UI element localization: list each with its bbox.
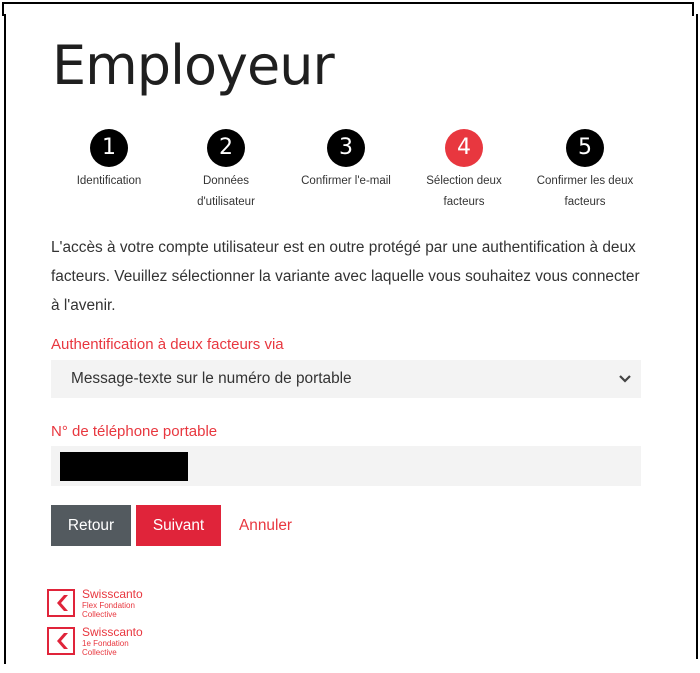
chevron-down-icon bbox=[617, 360, 633, 398]
back-button[interactable]: Retour bbox=[51, 505, 131, 546]
logo-subtitle: 1e Fondation Collective bbox=[82, 639, 129, 657]
frame-left-border bbox=[4, 14, 6, 664]
step-number: 4 bbox=[445, 129, 483, 167]
auth-method-label: Authentification à deux facteurs via bbox=[51, 336, 284, 353]
auth-method-select[interactable]: Message-texte sur le numéro de portable bbox=[51, 360, 641, 398]
step-label: Sélection deux facteurs bbox=[426, 175, 502, 208]
progress-stepper: 1 Identification 2 Données d'utilisateur… bbox=[48, 129, 648, 213]
step-5: 5 Confirmer les deux facteurs bbox=[524, 129, 646, 213]
swisscanto-logo-icon bbox=[47, 589, 75, 617]
swisscanto-logo-icon bbox=[47, 627, 75, 655]
step-number: 5 bbox=[566, 129, 604, 167]
phone-label: N° de téléphone portable bbox=[51, 423, 218, 440]
step-1: 1 Identification bbox=[48, 129, 170, 192]
next-button[interactable]: Suivant bbox=[136, 505, 221, 546]
step-3: 3 Confirmer l'e-mail bbox=[286, 129, 406, 192]
page-title: Employeur bbox=[52, 34, 335, 97]
step-number: 3 bbox=[327, 129, 365, 167]
swisscanto-flex-logo: Swisscanto Flex Fondation Collective bbox=[47, 588, 187, 621]
frame-top bbox=[2, 2, 694, 16]
logo-subtitle: Flex Fondation Collective bbox=[82, 601, 135, 619]
step-2: 2 Données d'utilisateur bbox=[181, 129, 271, 213]
logo-name: Swisscanto bbox=[82, 625, 143, 639]
step-number: 2 bbox=[207, 129, 245, 167]
auth-method-value: Message-texte sur le numéro de portable bbox=[71, 370, 352, 387]
redacted-phone-value bbox=[60, 452, 188, 481]
step-label: Confirmer les deux facteurs bbox=[536, 175, 634, 208]
frame-right-border bbox=[696, 14, 698, 659]
step-label: Identification bbox=[76, 175, 142, 187]
swisscanto-1e-logo: Swisscanto 1e Fondation Collective bbox=[47, 626, 187, 659]
step-4: 4 Sélection deux facteurs bbox=[416, 129, 512, 213]
step-number: 1 bbox=[90, 129, 128, 167]
phone-input[interactable] bbox=[51, 446, 641, 486]
step-label: Données d'utilisateur bbox=[197, 175, 255, 208]
logo-name: Swisscanto bbox=[82, 587, 143, 601]
cancel-link[interactable]: Annuler bbox=[239, 505, 292, 546]
step-label: Confirmer l'e-mail bbox=[301, 175, 391, 187]
intro-text: L'accès à votre compte utilisateur est e… bbox=[51, 239, 640, 314]
